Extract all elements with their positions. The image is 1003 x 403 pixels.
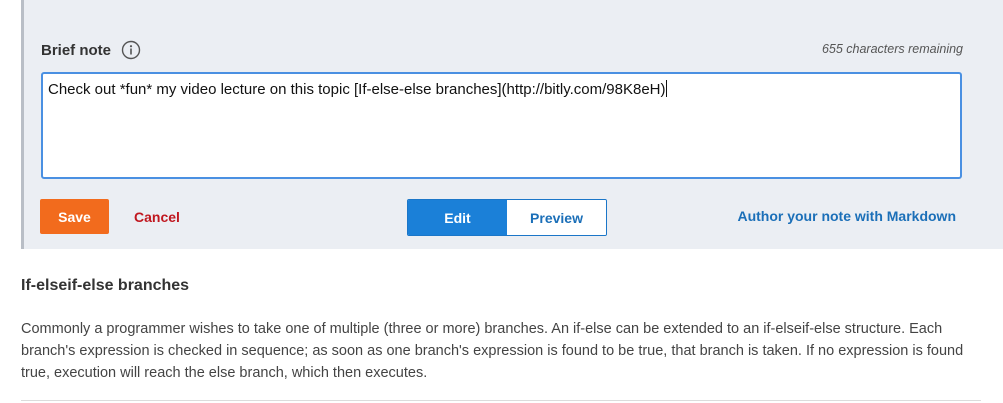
characters-remaining: 655 characters remaining	[821, 42, 963, 56]
info-icon[interactable]	[121, 40, 141, 60]
note-textarea[interactable]: Check out *fun* my video lecture on this…	[41, 72, 962, 179]
divider	[21, 400, 981, 401]
save-button[interactable]: Save	[40, 199, 109, 234]
edit-tab[interactable]: Edit	[408, 200, 507, 235]
note-header: Brief note	[41, 40, 141, 60]
section-body: Commonly a programmer wishes to take one…	[21, 321, 964, 381]
text-caret	[665, 80, 667, 97]
cancel-button[interactable]: Cancel	[124, 199, 190, 234]
edit-preview-toggle: Edit Preview	[407, 199, 607, 236]
preview-tab[interactable]: Preview	[507, 200, 606, 235]
note-title: Brief note	[41, 41, 112, 59]
note-text: Check out *fun* my video lecture on this…	[48, 81, 666, 98]
page: Brief note 655 characters remaining Chec…	[0, 0, 1003, 403]
markdown-help-link[interactable]: Author your note with Markdown	[737, 208, 956, 224]
section-title: If-elseif-else branches	[21, 277, 190, 294]
note-editor-panel: Brief note 655 characters remaining Chec…	[21, 0, 1003, 249]
